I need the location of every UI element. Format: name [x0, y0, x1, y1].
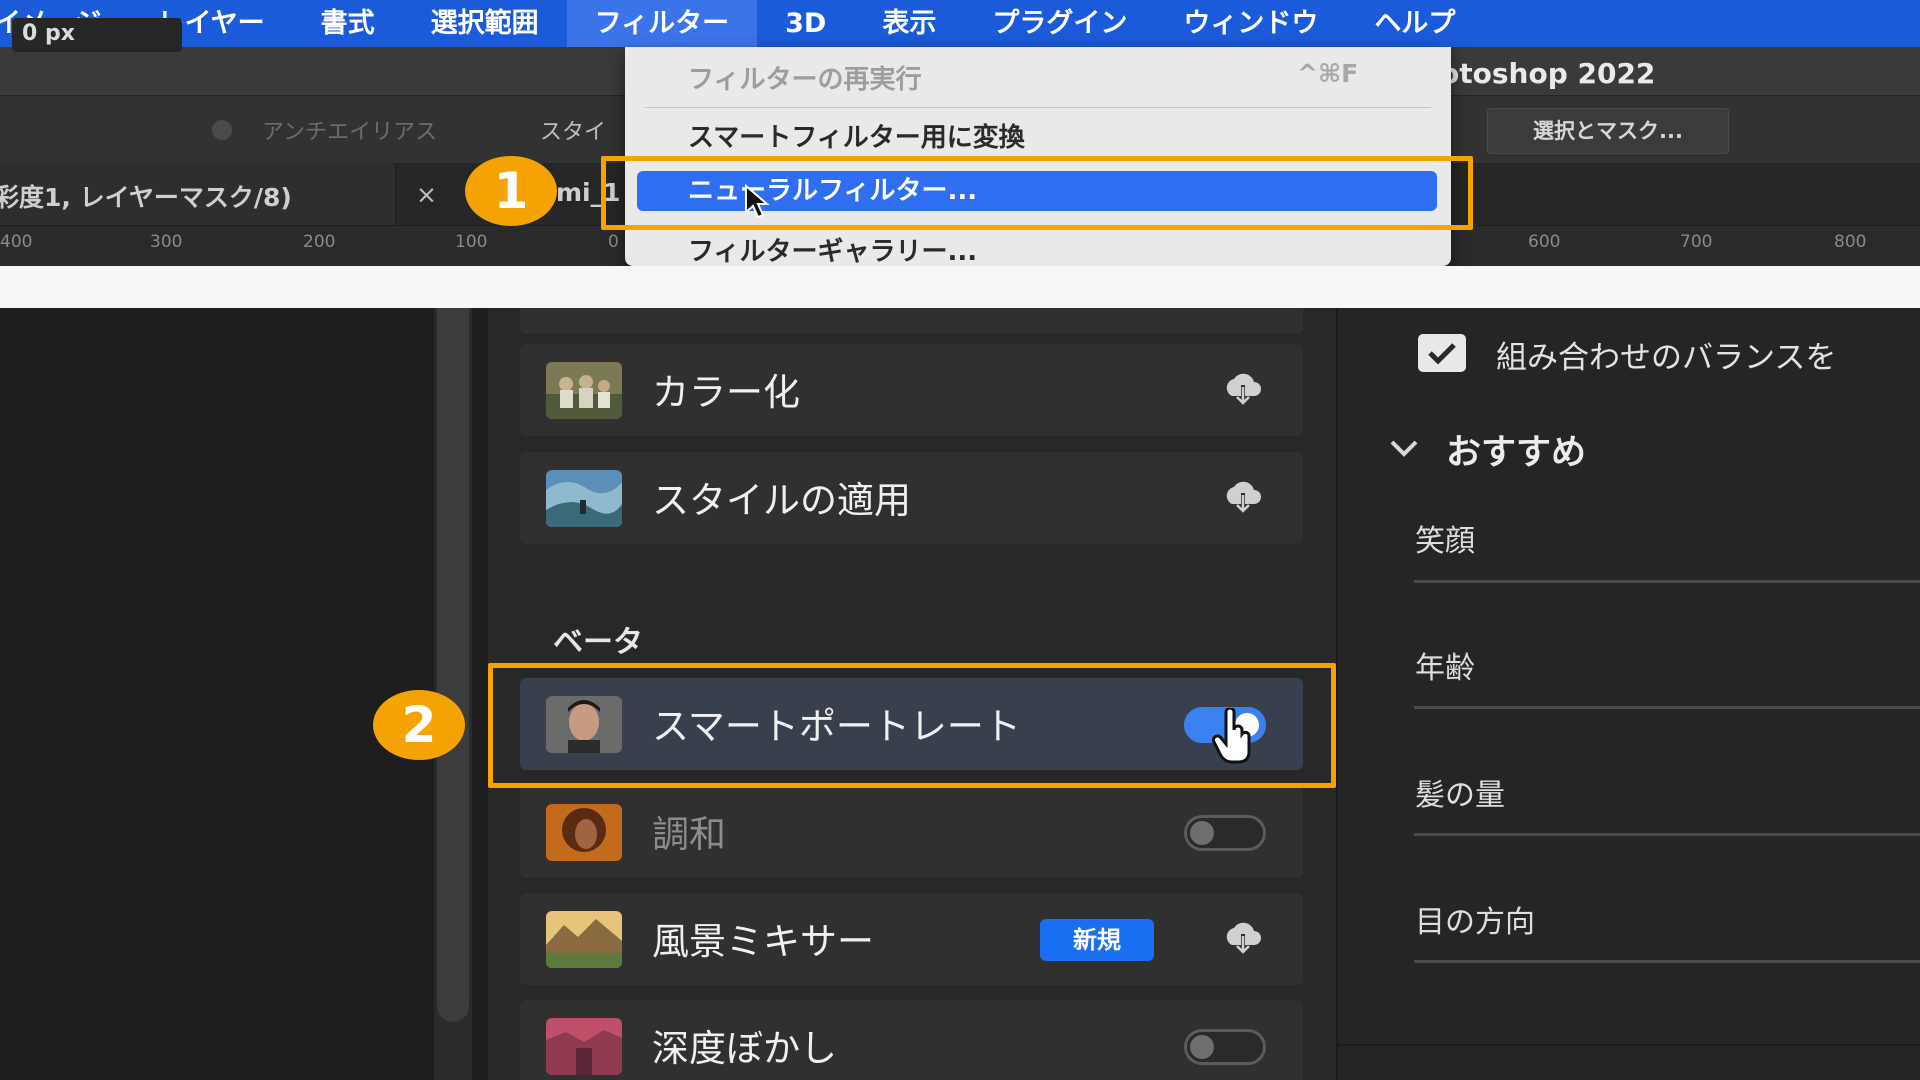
- document-tab-label: 彩度1, レイヤーマスク/8): [0, 183, 292, 212]
- toggle-knob: [1190, 821, 1214, 845]
- menu-plugins[interactable]: プラグイン: [964, 0, 1155, 47]
- menu-type[interactable]: 書式: [293, 0, 403, 47]
- slider-smile[interactable]: [1414, 580, 1920, 583]
- ruler-tick: 100: [455, 232, 488, 252]
- menu-item-filter-gallery[interactable]: フィルターギャラリー...: [625, 231, 1451, 268]
- filter-thumbnail-colorize: [546, 362, 622, 419]
- filter-settings-panel: [1336, 308, 1920, 1080]
- menu-help[interactable]: ヘルプ: [1346, 0, 1483, 47]
- toggle-knob: [1190, 1035, 1214, 1059]
- filter-thumbnail-style-transfer: [546, 470, 622, 527]
- filter-toggle-off[interactable]: [1184, 815, 1266, 851]
- slider-label-eye-direction: 目の方向: [1415, 905, 1535, 940]
- slider-eye-direction[interactable]: [1414, 960, 1920, 963]
- filter-card-partial: [520, 308, 1303, 334]
- menu-view[interactable]: 表示: [854, 0, 964, 47]
- ruler-tick: 600: [1528, 232, 1561, 252]
- section-separator: [1336, 1044, 1920, 1046]
- filter-label: 深度ぼかし: [652, 1027, 837, 1070]
- filter-label: スタイルの適用: [652, 479, 911, 522]
- filter-thumbnail-depth-blur: [546, 1018, 622, 1075]
- arrow-cursor-icon: [745, 184, 770, 219]
- ruler-tick: 300: [150, 232, 183, 252]
- filter-label: 風景ミキサー: [652, 920, 874, 963]
- ruler-tick: 700: [1680, 232, 1713, 252]
- filter-card-harmonization[interactable]: 調和: [520, 786, 1303, 878]
- feather-input[interactable]: 0 px: [12, 18, 182, 52]
- style-label: スタイ: [540, 120, 607, 145]
- combo-balance-checkbox[interactable]: [1418, 334, 1466, 372]
- filter-thumbnail-landscape-mixer: [546, 911, 622, 968]
- beta-section-header: ベータ: [553, 625, 643, 660]
- slider-label-smile: 笑顔: [1415, 524, 1475, 559]
- callout-highlight-2: [488, 663, 1336, 788]
- menu-select[interactable]: 選択範囲: [403, 0, 567, 47]
- menu-bar: イメージ レイヤー 書式 選択範囲 フィルター 3D 表示 プラグイン ウィンド…: [0, 0, 1920, 47]
- filter-card-landscape-mixer[interactable]: 風景ミキサー 新規: [520, 893, 1303, 985]
- tab-close-icon[interactable]: ×: [416, 180, 437, 209]
- slider-hair[interactable]: [1414, 833, 1920, 836]
- step-badge-1: 1: [465, 156, 557, 226]
- filter-label: 調和: [652, 813, 726, 856]
- cloud-download-icon[interactable]: [1220, 370, 1266, 410]
- section-divider: [0, 266, 1920, 308]
- scrollbar-thumb[interactable]: [437, 308, 469, 1022]
- ruler-tick: 200: [303, 232, 336, 252]
- chevron-down-icon[interactable]: [1388, 438, 1420, 458]
- antialias-label: アンチエイリアス: [262, 120, 438, 145]
- combo-balance-label: 組み合わせのバランスを: [1496, 340, 1837, 376]
- filter-toggle-off[interactable]: [1184, 1029, 1266, 1065]
- slider-label-hair: 髪の量: [1415, 778, 1505, 813]
- hand-pointer-icon: [1212, 708, 1251, 764]
- recommended-section-title[interactable]: おすすめ: [1446, 424, 1586, 475]
- filter-thumbnail-harmonization: [546, 804, 622, 861]
- shortcut-label: ^⌘F: [1297, 59, 1359, 88]
- ruler-tick: 0: [608, 232, 619, 252]
- step-badge-2: 2: [373, 690, 465, 760]
- cloud-download-icon[interactable]: [1220, 478, 1266, 518]
- filter-label: カラー化: [652, 371, 800, 414]
- new-badge: 新規: [1040, 919, 1154, 961]
- cloud-download-icon[interactable]: [1220, 919, 1266, 959]
- app-title: otoshop 2022: [1440, 57, 1656, 90]
- menu-separator: [645, 107, 1431, 108]
- filter-card-style-transfer[interactable]: スタイルの適用: [520, 452, 1303, 544]
- slider-age[interactable]: [1414, 706, 1920, 709]
- slider-label-age: 年齢: [1415, 651, 1475, 686]
- antialias-checkbox[interactable]: [212, 120, 232, 140]
- select-and-mask-button[interactable]: 選択とマスク...: [1487, 108, 1729, 154]
- menu-window[interactable]: ウィンドウ: [1155, 0, 1346, 47]
- filter-card-colorize[interactable]: カラー化: [520, 344, 1303, 436]
- filter-card-depth-blur[interactable]: 深度ぼかし: [520, 1000, 1303, 1080]
- menu-3d[interactable]: 3D: [757, 0, 854, 47]
- ruler-tick: 400: [0, 232, 33, 252]
- ruler-tick: 800: [1834, 232, 1867, 252]
- menu-filter[interactable]: フィルター: [566, 0, 758, 47]
- menu-item-convert-smart-filter[interactable]: スマートフィルター用に変換: [625, 117, 1451, 154]
- canvas-area: [0, 308, 434, 1080]
- callout-highlight-1: [601, 156, 1473, 230]
- checkmark-icon: [1428, 343, 1456, 365]
